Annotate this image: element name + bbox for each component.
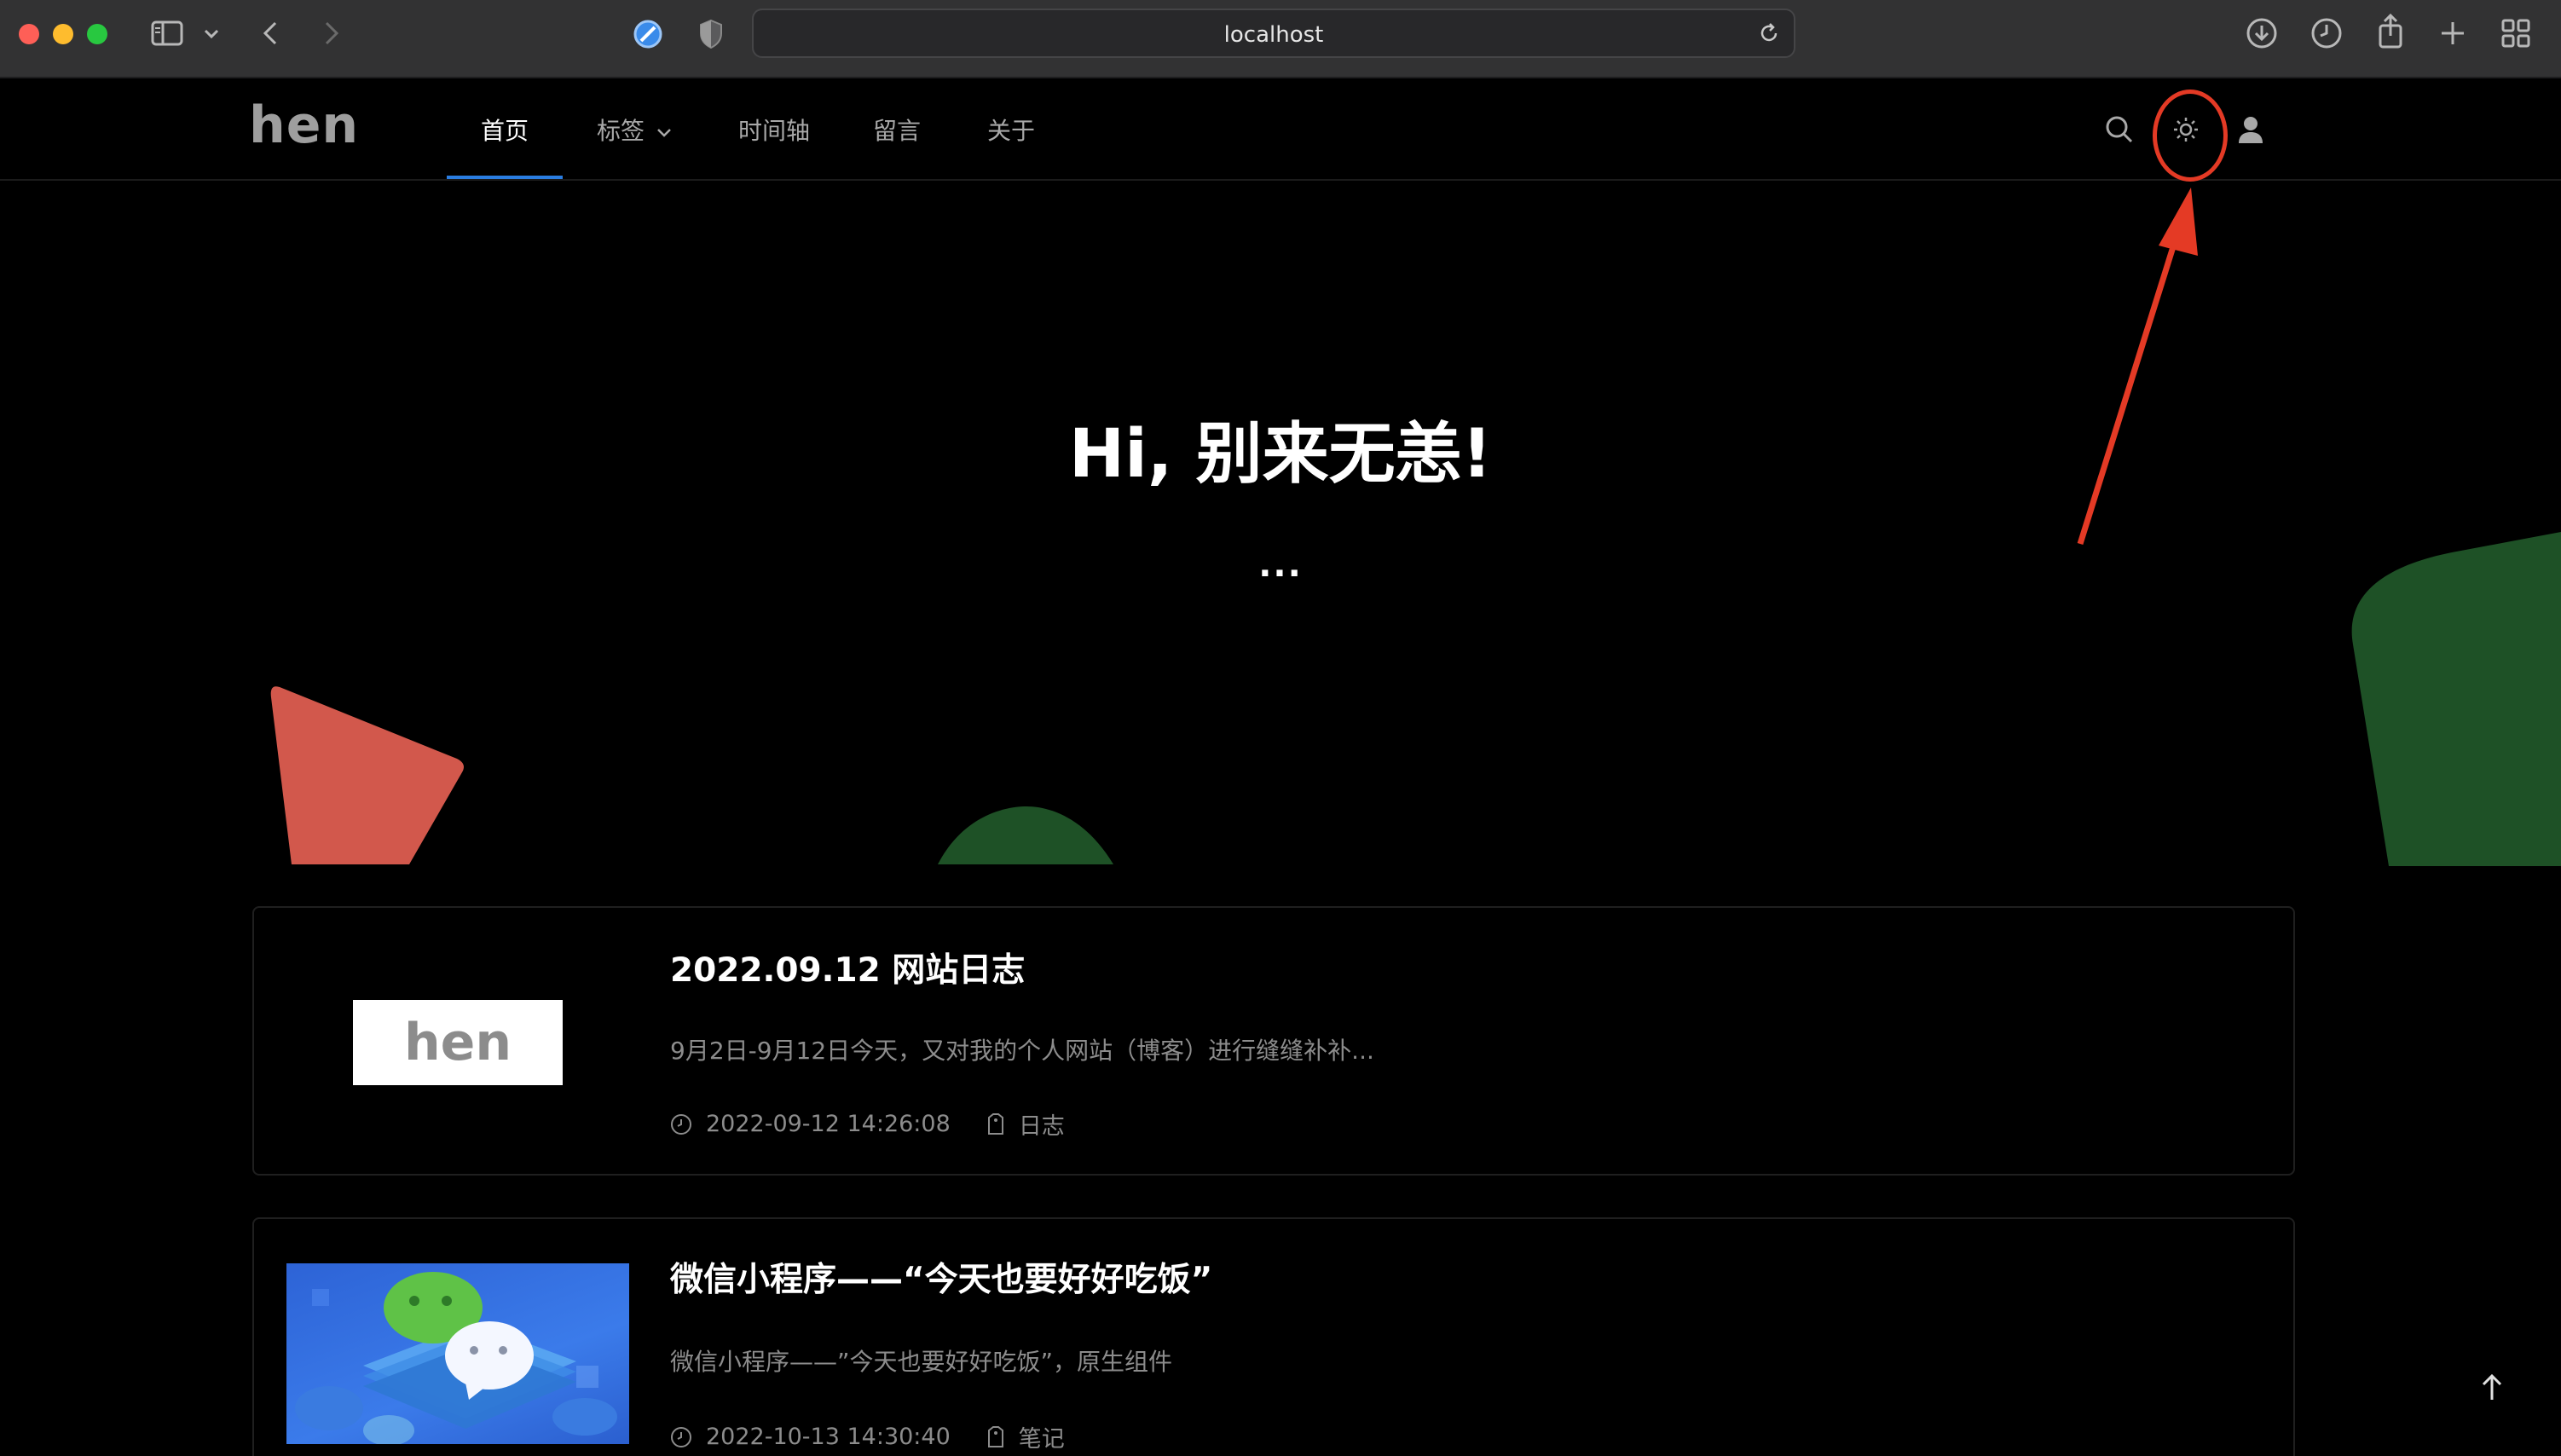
post-tag[interactable]: 笔记 xyxy=(1019,1420,1065,1453)
post-thumbnail[interactable] xyxy=(286,1263,629,1444)
nav-item-home[interactable]: 首页 xyxy=(447,78,563,181)
post-date: 2022-10-13 14:30:40 xyxy=(706,1424,951,1450)
annotation-arrow xyxy=(2063,170,2234,558)
history-clock-icon[interactable] xyxy=(2309,15,2344,51)
decorative-green-dome xyxy=(938,806,1113,868)
post-title[interactable]: 微信小程序——“今天也要好好吃饭” xyxy=(670,1253,1212,1301)
close-window-button[interactable] xyxy=(19,24,39,44)
post-card[interactable]: hen 2022.09.12 网站日志 9月2日-9月12日今天，又对我的个人网… xyxy=(252,906,2295,1176)
nav-item-about[interactable]: 关于 xyxy=(987,78,1035,181)
post-excerpt: 微信小程序——”今天也要好好吃饭”，原生组件 xyxy=(670,1348,1173,1376)
clock-icon xyxy=(670,1426,692,1448)
forward-arrow-icon[interactable] xyxy=(319,17,344,49)
post-card[interactable]: 微信小程序——“今天也要好好吃饭” 微信小程序——”今天也要好好吃饭”，原生组件… xyxy=(252,1217,2295,1456)
back-arrow-icon[interactable] xyxy=(257,17,283,49)
chevron-down-icon xyxy=(656,116,672,144)
browser-toolbar: localhost xyxy=(0,0,2561,78)
nav-item-label: 标签 xyxy=(597,117,645,145)
nav-item-label: 首页 xyxy=(480,117,529,145)
user-icon[interactable] xyxy=(2235,113,2266,147)
compass-icon[interactable] xyxy=(631,17,665,51)
post-tag[interactable]: 日志 xyxy=(1019,1107,1065,1141)
minimize-window-button[interactable] xyxy=(53,24,73,44)
nav-item-timeline[interactable]: 时间轴 xyxy=(738,78,810,181)
share-icon[interactable] xyxy=(2373,12,2408,51)
post-title[interactable]: 2022.09.12 网站日志 xyxy=(670,944,1025,991)
wechat-illustration xyxy=(295,1272,617,1444)
chevron-down-icon[interactable] xyxy=(201,24,222,44)
nav-item-label: 留言 xyxy=(873,117,922,145)
hero-subtitle: ... xyxy=(1258,546,1303,585)
search-icon[interactable] xyxy=(2104,114,2135,145)
back-to-top-arrow-icon[interactable] xyxy=(2479,1372,2505,1407)
decorative-red-triangle xyxy=(264,682,469,873)
post-meta: 2022-09-12 14:26:08 日志 xyxy=(670,1107,1065,1141)
url-text: localhost xyxy=(1223,22,1324,48)
main-nav: 首页 标签 时间轴 留言 关于 xyxy=(447,78,1035,181)
new-tab-plus-icon[interactable] xyxy=(2437,17,2469,49)
post-excerpt: 9月2日-9月12日今天，又对我的个人网站（博客）进行缝缝补补... xyxy=(670,1037,1374,1065)
nav-item-tags[interactable]: 标签 xyxy=(597,78,672,181)
tab-overview-icon[interactable] xyxy=(2500,17,2532,49)
tag-icon xyxy=(986,1112,1005,1135)
thumbnail-logo-text: hen xyxy=(403,1013,512,1072)
address-bar[interactable]: localhost xyxy=(752,9,1795,58)
hero-title: Hi, 别来无恙! xyxy=(1068,416,1493,493)
page-root: localhost hen 首页 标签 时间轴 留言 关于 Hi, 别来无恙! … xyxy=(0,0,2561,1456)
post-thumbnail[interactable]: hen xyxy=(353,1000,563,1085)
nav-item-label: 时间轴 xyxy=(738,117,811,145)
site-logo[interactable]: hen xyxy=(249,95,359,155)
active-nav-indicator xyxy=(447,176,563,179)
clock-icon xyxy=(670,1113,692,1135)
privacy-shield-icon[interactable] xyxy=(696,17,726,51)
download-icon[interactable] xyxy=(2244,15,2280,51)
annotation-circle xyxy=(2153,90,2228,182)
post-meta: 2022-10-13 14:30:40 笔记 xyxy=(670,1420,1065,1453)
sidebar-toggle-icon[interactable] xyxy=(150,19,184,48)
reload-icon[interactable] xyxy=(1756,20,1782,46)
post-date: 2022-09-12 14:26:08 xyxy=(706,1111,951,1137)
decorative-green-blob xyxy=(2350,532,2561,870)
nav-item-label: 关于 xyxy=(987,117,1036,145)
tag-icon xyxy=(986,1425,1005,1448)
zoom-window-button[interactable] xyxy=(87,24,107,44)
nav-item-messages[interactable]: 留言 xyxy=(873,78,921,181)
